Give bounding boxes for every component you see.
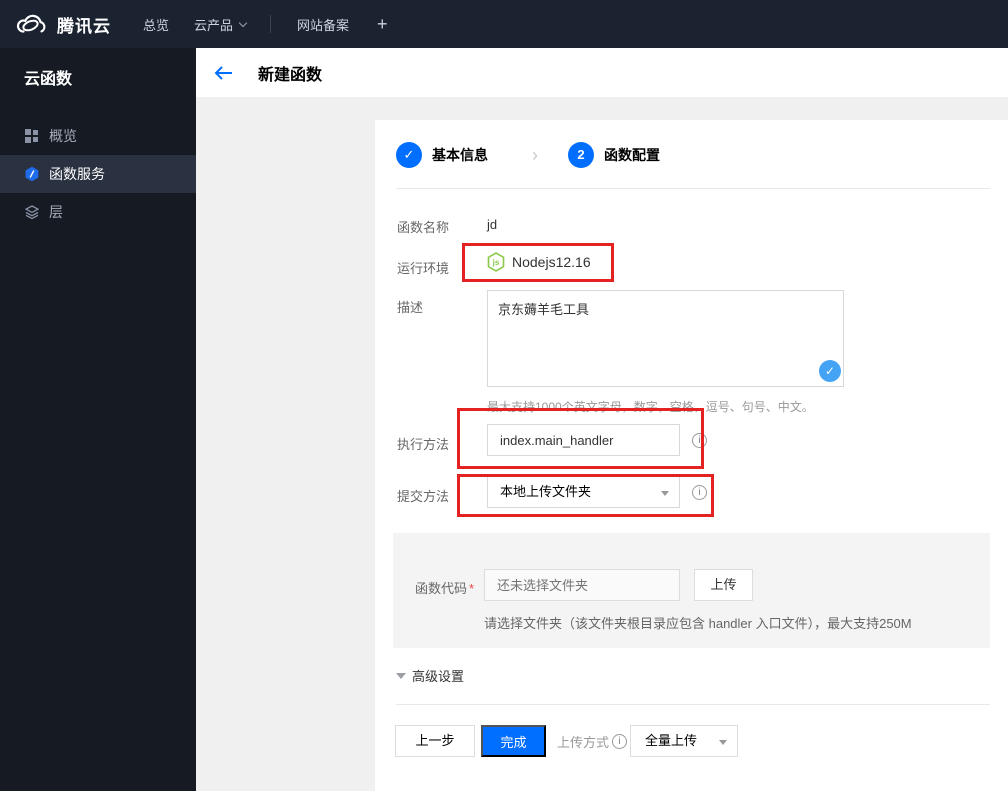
handler-info-icon[interactable]: i [692,433,707,448]
select-caret-icon [719,740,727,749]
handler-label: 执行方法 [397,437,450,452]
runtime-value: js Nodejs12.16 [487,252,591,272]
runtime-label: 运行环境 [397,261,450,276]
upload-button[interactable]: 上传 [694,569,753,601]
page-header: 新建函数 [196,48,1008,97]
triangle-down-icon [396,673,406,684]
function-code-label: 函数代码 * [415,578,474,597]
step2-number: 2 [568,142,594,168]
sidebar-title: 云函数 [24,71,73,88]
sidebar-item-overview[interactable]: 概览 [0,117,196,155]
folder-hint: 请选择文件夹（该文件夹根目录应包含 handler 入口文件），最大支持250M [484,616,912,631]
finish-button[interactable]: 完成 [481,725,546,757]
advanced-settings-label: 高级设置 [412,669,465,684]
description-textarea[interactable]: 京东薅羊毛工具 [487,290,844,387]
step2-label: 函数配置 [604,147,660,163]
sidebar-item-function-service[interactable]: 函数服务 [0,155,196,193]
runtime-value-text: Nodejs12.16 [512,254,591,270]
svg-text:js: js [492,258,500,267]
steps-divider [396,188,990,189]
nav-item-beian[interactable]: 网站备案 [297,15,349,34]
upload-mode-label: 上传方式 [557,734,610,750]
tencent-cloud-logo[interactable]: 腾讯云 [14,12,111,37]
sidebar-item-label: 层 [49,204,63,220]
description-label: 描述 [397,300,424,315]
sidebar: 云函数 概览 函数服务 层 [0,48,196,791]
upload-mode-select[interactable]: 全量上传 [630,725,738,757]
grid-icon [24,128,40,144]
step1-check-icon: ✓ [396,142,422,168]
step-indicator: ✓ 基本信息 › 2 函数配置 [396,142,660,168]
sidebar-item-layers[interactable]: 层 [0,193,196,231]
required-asterisk: * [469,581,475,596]
sidebar-item-label: 函数服务 [49,166,105,182]
create-function-card: ✓ 基本信息 › 2 函数配置 函数名称 jd 运行环境 js Nodejs12… [375,120,1008,791]
description-hint: 最大支持1000个英文字母，数字，空格，逗号、句号、中文。 [487,400,814,414]
footer-divider [396,704,990,705]
nav-divider [270,15,272,33]
layers-icon [24,204,40,220]
back-button[interactable] [214,65,233,81]
function-hexagon-icon [24,166,40,182]
nav-products-label: 云产品 [194,17,234,33]
nav-add-icon[interactable]: + [377,14,388,35]
submit-method-select[interactable]: 本地上传文件夹 [487,476,680,508]
brand-name: 腾讯云 [57,16,111,36]
chevron-down-icon [238,18,248,27]
step1-label: 基本信息 [432,147,488,163]
advanced-settings-toggle[interactable]: 高级设置 [396,666,464,685]
function-name-label: 函数名称 [397,220,450,235]
step-chevron-icon: › [532,144,538,165]
sidebar-item-label: 概览 [49,128,77,144]
nodejs-icon: js [487,252,505,272]
function-code-label-text: 函数代码 [415,581,468,596]
upload-mode-value: 全量上传 [645,733,698,748]
select-caret-icon [661,491,669,500]
upload-mode-info-icon[interactable]: i [612,733,628,749]
back-arrow-icon [214,65,232,80]
function-code-section: 函数代码* 上传 请选择文件夹（该文件夹根目录应包含 handler 入口文件）… [393,533,990,648]
nav-item-products[interactable]: 云产品 [194,15,248,34]
submit-method-label: 提交方法 [397,489,450,504]
upload-mode-group: 上传方式 i [557,725,628,757]
handler-input[interactable] [487,424,680,456]
previous-step-button[interactable]: 上一步 [395,725,475,757]
folder-path-input[interactable] [484,569,680,601]
submit-method-info-icon[interactable]: i [692,485,707,500]
submit-method-value: 本地上传文件夹 [500,484,592,499]
function-name-value: jd [487,217,498,232]
nav-item-overview[interactable]: 总览 [143,15,169,34]
valid-check-badge-icon: ✓ [819,360,841,382]
page-title: 新建函数 [258,66,323,84]
sidebar-menu: 概览 函数服务 层 [0,117,196,231]
top-navbar: 腾讯云 总览 云产品 网站备案 + [0,0,1008,48]
cloud-logo-icon [14,12,48,36]
